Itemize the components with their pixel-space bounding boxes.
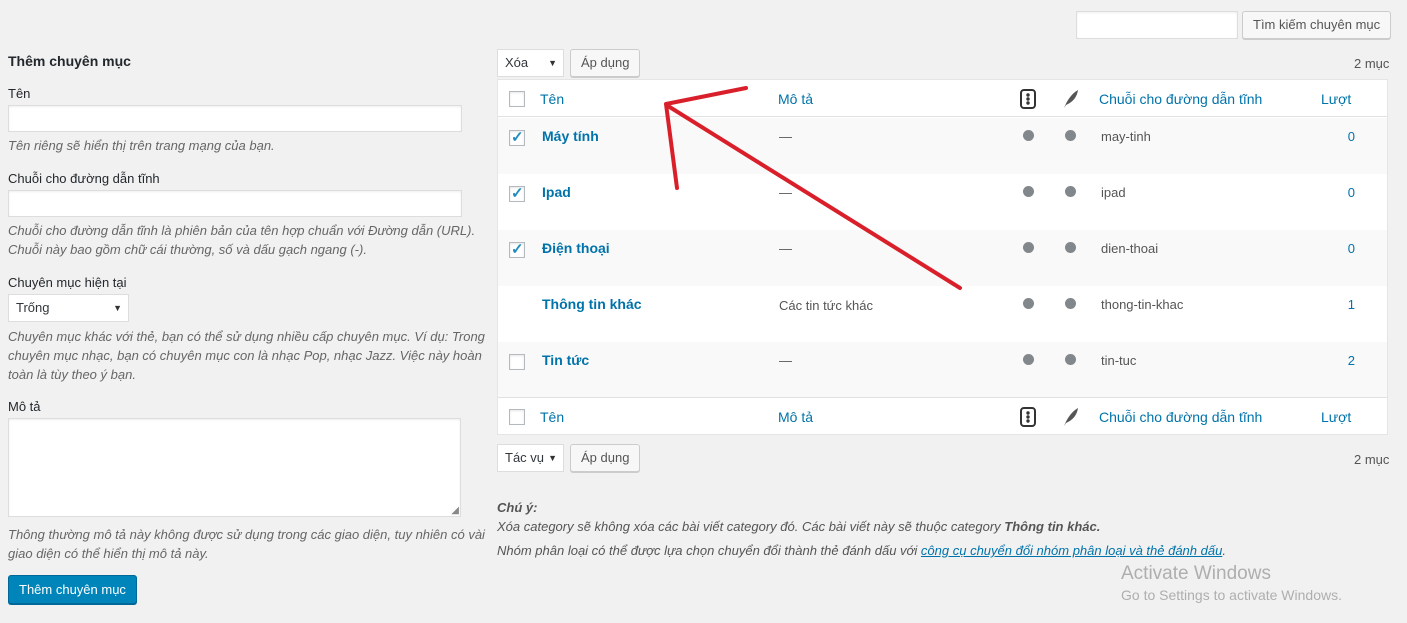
annotation-arrow [664, 86, 962, 290]
